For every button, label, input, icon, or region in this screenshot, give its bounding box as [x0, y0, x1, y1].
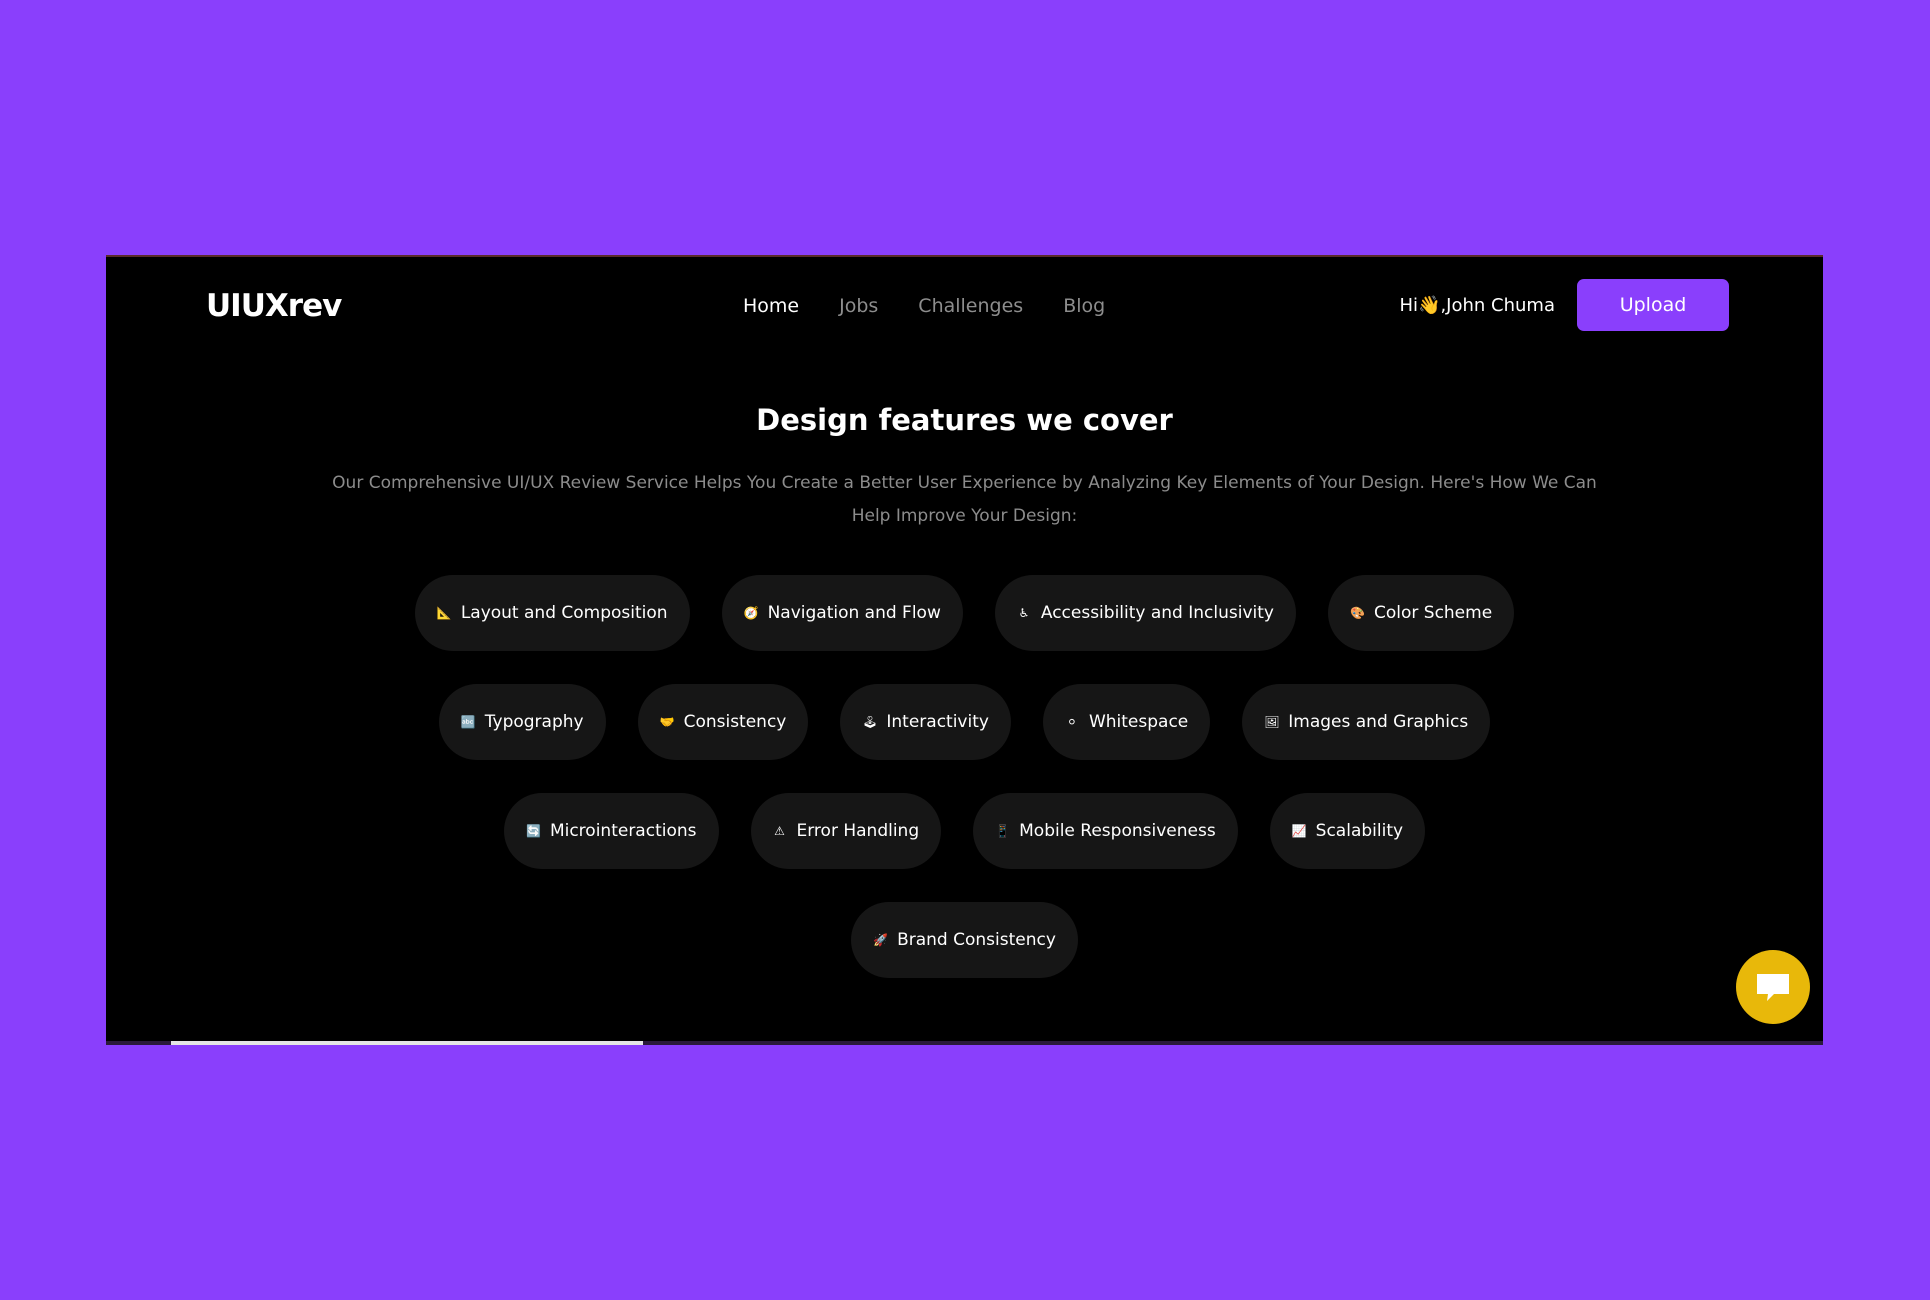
section-title: Design features we cover: [756, 403, 1173, 437]
user-greeting[interactable]: Hi👋,John Chuma: [1400, 295, 1555, 316]
feature-chip-whitespace[interactable]: ⚪ Whitespace: [1042, 684, 1211, 760]
feature-chip-navigation[interactable]: 🧭 Navigation and Flow: [721, 575, 963, 651]
feature-chip-brand[interactable]: 🚀 Brand Consistency: [851, 902, 1078, 978]
palette-icon: 🎨: [1349, 606, 1365, 620]
warning-icon: ⚠: [774, 824, 785, 838]
chart-increasing-icon: 📈: [1291, 824, 1307, 838]
feature-chip-microinteractions[interactable]: 🔄 Microinteractions: [503, 793, 719, 869]
feature-row: 📐 Layout and Composition 🧭 Navigation an…: [106, 575, 1823, 651]
rocket-icon: 🚀: [873, 933, 889, 947]
feature-label: Brand Consistency: [897, 930, 1056, 950]
feature-label: Layout and Composition: [460, 603, 668, 623]
feature-chip-typography[interactable]: 🔤 Typography: [438, 684, 606, 760]
letters-icon: 🔤: [460, 715, 476, 729]
nav-challenges[interactable]: Challenges: [918, 295, 1023, 317]
feature-chip-mobile[interactable]: 📱 Mobile Responsiveness: [973, 793, 1238, 869]
framed-picture-icon: 🖼: [1264, 715, 1280, 729]
feature-chip-images[interactable]: 🖼 Images and Graphics: [1242, 684, 1491, 760]
feature-list: 📐 Layout and Composition 🧭 Navigation an…: [106, 575, 1823, 1011]
feature-chip-interactivity[interactable]: 🕹 Interactivity: [840, 684, 1011, 760]
compass-icon: 🧭: [743, 606, 759, 620]
feature-chip-error-handling[interactable]: ⚠ Error Handling: [750, 793, 942, 869]
nav-jobs[interactable]: Jobs: [839, 295, 878, 317]
feature-label: Interactivity: [886, 712, 989, 732]
feature-chip-accessibility[interactable]: ♿ Accessibility and Inclusivity: [994, 575, 1296, 651]
feature-chip-color[interactable]: 🎨 Color Scheme: [1327, 575, 1515, 651]
white-circle-icon: ⚪: [1066, 715, 1077, 729]
feature-chip-scalability[interactable]: 📈 Scalability: [1269, 793, 1426, 869]
joystick-icon: 🕹: [862, 715, 878, 729]
chat-bubble-icon: [1757, 974, 1789, 1001]
triangular-ruler-icon: 📐: [436, 606, 452, 620]
app-window: UIUXrev Home Jobs Challenges Blog Hi👋,Jo…: [106, 255, 1823, 1045]
upload-button[interactable]: Upload: [1577, 279, 1729, 331]
feature-label: Consistency: [683, 712, 787, 732]
main-nav: Home Jobs Challenges Blog: [743, 295, 1145, 317]
feature-label: Mobile Responsiveness: [1019, 821, 1216, 841]
feature-label: Error Handling: [796, 821, 920, 841]
feature-label: Microinteractions: [549, 821, 697, 841]
mobile-phone-icon: 📱: [995, 824, 1011, 838]
scroll-progress-bar: [171, 1041, 643, 1045]
feature-chip-layout[interactable]: 📐 Layout and Composition: [414, 575, 690, 651]
feature-label: Navigation and Flow: [767, 603, 941, 623]
feature-label: Scalability: [1315, 821, 1404, 841]
feature-chip-consistency[interactable]: 🤝 Consistency: [637, 684, 809, 760]
handshake-icon: 🤝: [659, 715, 675, 729]
logo[interactable]: UIUXrev: [206, 288, 342, 324]
feature-row: 🔤 Typography 🤝 Consistency 🕹 Interactivi…: [106, 684, 1823, 760]
section-subtitle: Our Comprehensive UI/UX Review Service H…: [332, 473, 1597, 526]
feature-label: Typography: [484, 712, 584, 732]
feature-row: 🚀 Brand Consistency: [106, 902, 1823, 978]
nav-home[interactable]: Home: [743, 295, 799, 317]
feature-label: Whitespace: [1088, 712, 1189, 732]
nav-blog[interactable]: Blog: [1063, 295, 1105, 317]
feature-label: Color Scheme: [1373, 603, 1493, 623]
top-border: [106, 255, 1823, 257]
feature-label: Images and Graphics: [1288, 712, 1469, 732]
feature-row: 🔄 Microinteractions ⚠ Error Handling 📱 M…: [106, 793, 1823, 869]
cycle-arrows-icon: 🔄: [525, 824, 541, 838]
feature-label: Accessibility and Inclusivity: [1040, 603, 1274, 623]
accessibility-icon: ♿: [1018, 606, 1030, 620]
chat-button[interactable]: [1736, 950, 1810, 1024]
